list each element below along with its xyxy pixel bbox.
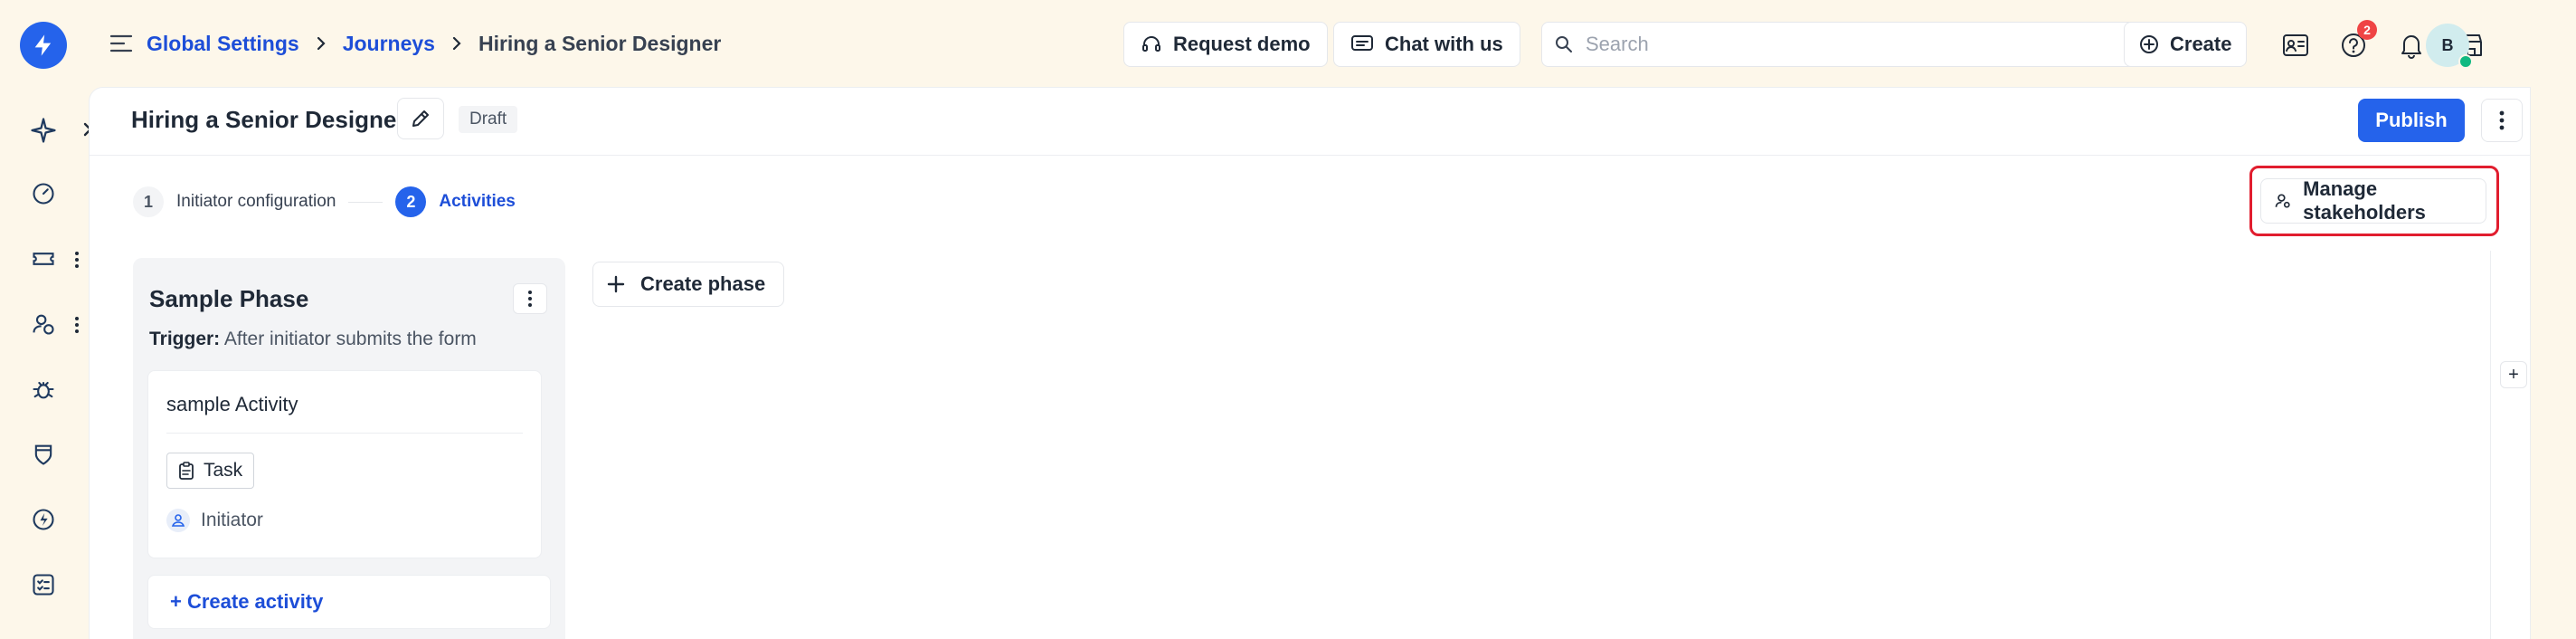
avatar-initial: B bbox=[2441, 35, 2454, 54]
step-connector bbox=[348, 201, 384, 203]
assignee-label: Initiator bbox=[201, 510, 263, 530]
create-label: Create bbox=[2170, 33, 2232, 55]
breadcrumb-current: Hiring a Senior Designer bbox=[478, 31, 722, 55]
checklist-icon bbox=[33, 574, 54, 596]
hamburger-icon bbox=[109, 34, 133, 52]
search-input[interactable] bbox=[1586, 33, 2136, 56]
trigger-label: Trigger: bbox=[149, 329, 221, 349]
step-2-label[interactable]: Activities bbox=[439, 192, 515, 212]
plus-circle-icon bbox=[2140, 35, 2158, 53]
rail-people[interactable] bbox=[25, 306, 62, 342]
top-bar: Global Settings Journeys Hiring a Senior… bbox=[87, 0, 2576, 87]
create-activity-button[interactable]: + Create activity bbox=[147, 575, 551, 629]
clipboard-icon bbox=[179, 462, 194, 480]
contacts-button[interactable] bbox=[2276, 25, 2316, 65]
menu-toggle-button[interactable] bbox=[105, 27, 137, 60]
edit-title-button[interactable] bbox=[397, 98, 444, 139]
more-options-button[interactable] bbox=[2481, 99, 2523, 142]
stepper: 1 Initiator configuration 2 Activities bbox=[133, 186, 516, 218]
search-bar[interactable]: / bbox=[1541, 22, 2194, 67]
step-2-number[interactable]: 2 bbox=[395, 186, 427, 217]
sparkle-icon bbox=[31, 118, 56, 143]
rail-dashboard[interactable] bbox=[25, 176, 62, 212]
rail-sparkle[interactable] bbox=[25, 112, 62, 148]
more-vertical-icon bbox=[75, 252, 79, 268]
left-rail bbox=[0, 0, 92, 639]
breadcrumb: Global Settings Journeys Hiring a Senior… bbox=[147, 27, 721, 60]
help-badge: 2 bbox=[2357, 20, 2377, 40]
chevron-right-icon bbox=[451, 35, 462, 52]
phase-card: Sample Phase Trigger: After initiator su… bbox=[133, 258, 565, 639]
page-header: Hiring a Senior Designer Draft Publish bbox=[90, 88, 2530, 156]
activity-type-chip: Task bbox=[166, 453, 255, 489]
online-status-dot bbox=[2458, 54, 2473, 69]
bell-icon bbox=[2401, 35, 2421, 59]
more-vertical-icon bbox=[2499, 110, 2505, 130]
step-1-label[interactable]: Initiator configuration bbox=[176, 192, 336, 212]
user-gear-icon bbox=[2275, 194, 2290, 208]
search-icon bbox=[1556, 36, 1572, 52]
more-vertical-icon bbox=[75, 317, 79, 333]
phase-trigger: Trigger: After initiator submits the for… bbox=[149, 329, 477, 350]
rail-bolt[interactable] bbox=[25, 501, 62, 538]
app-logo[interactable] bbox=[20, 22, 67, 69]
manage-stakeholders-button[interactable]: Manage stakeholders bbox=[2260, 177, 2486, 224]
chat-icon bbox=[1351, 35, 1373, 51]
user-avatar[interactable]: B bbox=[2426, 24, 2473, 69]
ticket-icon bbox=[33, 253, 54, 265]
divider bbox=[166, 433, 523, 434]
status-badge: Draft bbox=[459, 106, 518, 133]
breadcrumb-global-settings[interactable]: Global Settings bbox=[147, 32, 299, 56]
bug-icon bbox=[33, 381, 54, 399]
phase-title: Sample Phase bbox=[149, 285, 309, 312]
help-button[interactable]: 2 bbox=[2334, 20, 2377, 65]
page-title: Hiring a Senior Designer bbox=[131, 106, 406, 133]
activity-assignee: Initiator bbox=[166, 509, 263, 532]
plus-icon bbox=[607, 275, 625, 293]
request-demo-label: Request demo bbox=[1173, 33, 1311, 55]
create-button[interactable]: Create bbox=[2124, 22, 2248, 67]
more-vertical-icon bbox=[528, 291, 532, 307]
right-side-panel: + bbox=[2490, 251, 2532, 639]
rail-tickets-more[interactable] bbox=[72, 246, 81, 273]
bolt-icon bbox=[33, 509, 54, 530]
trigger-value: After initiator submits the form bbox=[223, 329, 477, 349]
lightning-icon bbox=[34, 34, 52, 56]
headset-icon bbox=[1142, 36, 1160, 52]
contact-card-icon bbox=[2283, 34, 2308, 56]
step-1-number[interactable]: 1 bbox=[133, 186, 164, 217]
request-demo-button[interactable]: Request demo bbox=[1123, 22, 1328, 67]
rail-people-more[interactable] bbox=[72, 311, 81, 339]
activity-card[interactable]: sample Activity Task Initiator bbox=[147, 370, 542, 558]
user-icon bbox=[166, 509, 190, 532]
publish-button[interactable]: Publish bbox=[2358, 99, 2465, 142]
chat-label: Chat with us bbox=[1385, 33, 1503, 55]
rail-shield[interactable] bbox=[25, 436, 62, 472]
people-icon bbox=[33, 314, 54, 335]
chevron-right-icon bbox=[316, 35, 327, 52]
activity-title: sample Activity bbox=[166, 393, 298, 415]
breadcrumb-journeys[interactable]: Journeys bbox=[343, 32, 435, 56]
phase-menu-button[interactable] bbox=[513, 283, 547, 314]
rail-checklist[interactable] bbox=[25, 567, 62, 603]
rail-bug[interactable] bbox=[25, 371, 62, 407]
create-phase-button[interactable]: Create phase bbox=[592, 262, 785, 307]
main-panel: Hiring a Senior Designer Draft Publish 1… bbox=[89, 87, 2531, 639]
dashboard-icon bbox=[33, 183, 54, 205]
chat-button[interactable]: Chat with us bbox=[1333, 22, 1520, 67]
pencil-icon bbox=[412, 110, 429, 127]
activity-type-label: Task bbox=[204, 460, 243, 481]
rail-tickets[interactable] bbox=[25, 241, 62, 277]
side-add-button[interactable]: + bbox=[2500, 361, 2527, 388]
shield-icon bbox=[34, 444, 52, 465]
manage-stakeholders-label: Manage stakeholders bbox=[2303, 177, 2426, 224]
create-phase-label: Create phase bbox=[640, 272, 766, 295]
